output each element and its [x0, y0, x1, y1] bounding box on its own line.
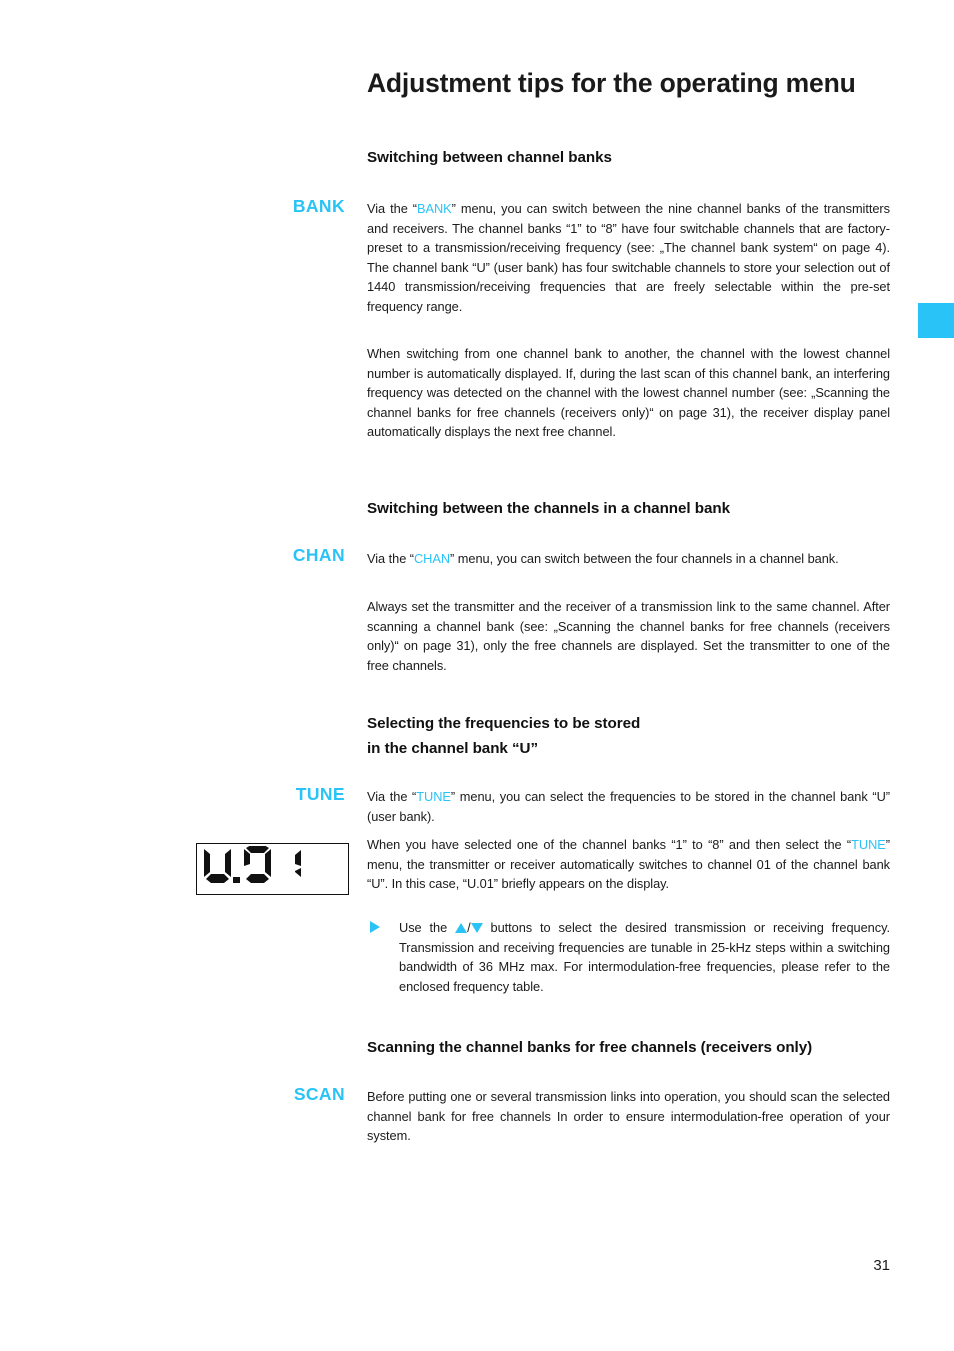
tune-paragraph-1: Via the “TUNE” menu, you can select the … [367, 787, 890, 826]
tune-p2-accent: TUNE [851, 837, 886, 852]
section-heading-chan: Switching between the channels in a chan… [367, 500, 731, 517]
heading-wrap: Switching between channel banks [367, 146, 890, 171]
heading-wrap: Scanning the channel banks for free chan… [367, 1036, 890, 1061]
section-heading-tune-line1: Selecting the frequencies to be stored [367, 715, 641, 732]
tune-p1-accent: TUNE [416, 789, 451, 804]
page-title: Adjustment tips for the operating menu [367, 68, 856, 98]
chan-paragraph-2: Always set the transmitter and the recei… [367, 599, 890, 673]
menu-label-tune: TUNE [295, 784, 345, 804]
bank-paragraph-2: When switching from one channel bank to … [367, 346, 890, 439]
triangle-down-icon [470, 923, 483, 933]
bank-paragraph-1: Via the “BANK” menu, you can switch betw… [367, 199, 890, 316]
page-number: 31 [873, 1257, 890, 1274]
bank-p1-post: ” menu, you can switch between the nine … [367, 201, 890, 314]
bullet-text-before: Use the [399, 920, 456, 935]
chan-paragraph-1-wrap: Via the “CHAN” menu, you can switch betw… [367, 549, 890, 569]
scan-paragraph-1-wrap: Before putting one or several transmissi… [367, 1087, 890, 1146]
bank-p1-accent: BANK [416, 201, 452, 216]
chan-paragraph-2-wrap: Always set the transmitter and the recei… [367, 597, 890, 675]
section-heading-scan: Scanning the channel banks for free chan… [367, 1039, 813, 1056]
tune-p1-pre: Via the “ [367, 789, 417, 804]
tune-paragraph-1-wrap: Via the “TUNE” menu, you can select the … [367, 787, 890, 826]
section-heading-bank: Switching between channel banks [367, 149, 612, 166]
tune-bullet-wrap: Use the / buttons to select the desired … [367, 918, 890, 996]
triangle-right-bullet-icon [370, 921, 380, 933]
lcd-display-figure [196, 843, 349, 895]
bank-p1-pre: Via the “ [367, 201, 417, 216]
tune-p2-pre: When you have selected one of the channe… [367, 837, 852, 852]
list-item: Use the / buttons to select the desired … [367, 918, 890, 996]
lcd-seven-segment-icon [204, 846, 301, 883]
triangle-up-icon [455, 923, 468, 933]
chan-p1-post: ” menu, you can switch between the four … [450, 551, 839, 566]
chan-p1-accent: CHAN [413, 551, 451, 566]
menu-label-scan: SCAN [293, 1084, 345, 1104]
menu-label-bank: BANK [292, 196, 345, 216]
section-heading-tune-line2: in the channel bank “U” [367, 739, 538, 757]
tune-bullet-text: Use the / buttons to select the desired … [399, 918, 890, 996]
tune-paragraph-2-wrap: When you have selected one of the channe… [367, 835, 890, 894]
chapter-tab-marker [918, 303, 954, 338]
bank-paragraph-2-wrap: When switching from one channel bank to … [367, 344, 890, 442]
tune-paragraph-2: When you have selected one of the channe… [367, 835, 890, 894]
bank-paragraph-1-wrap: Via the “BANK” menu, you can switch betw… [367, 199, 890, 316]
chan-paragraph-1: Via the “CHAN” menu, you can switch betw… [367, 549, 890, 569]
heading-wrap: Selecting the frequencies to be stored i… [367, 712, 890, 761]
heading-wrap: Switching between the channels in a chan… [367, 497, 890, 522]
document-page: Adjustment tips for the operating menu S… [0, 0, 954, 1351]
chan-p1-pre: Via the “ [367, 551, 414, 566]
scan-paragraph-1: Before putting one or several transmissi… [367, 1089, 890, 1143]
menu-label-chan: CHAN [292, 545, 345, 565]
